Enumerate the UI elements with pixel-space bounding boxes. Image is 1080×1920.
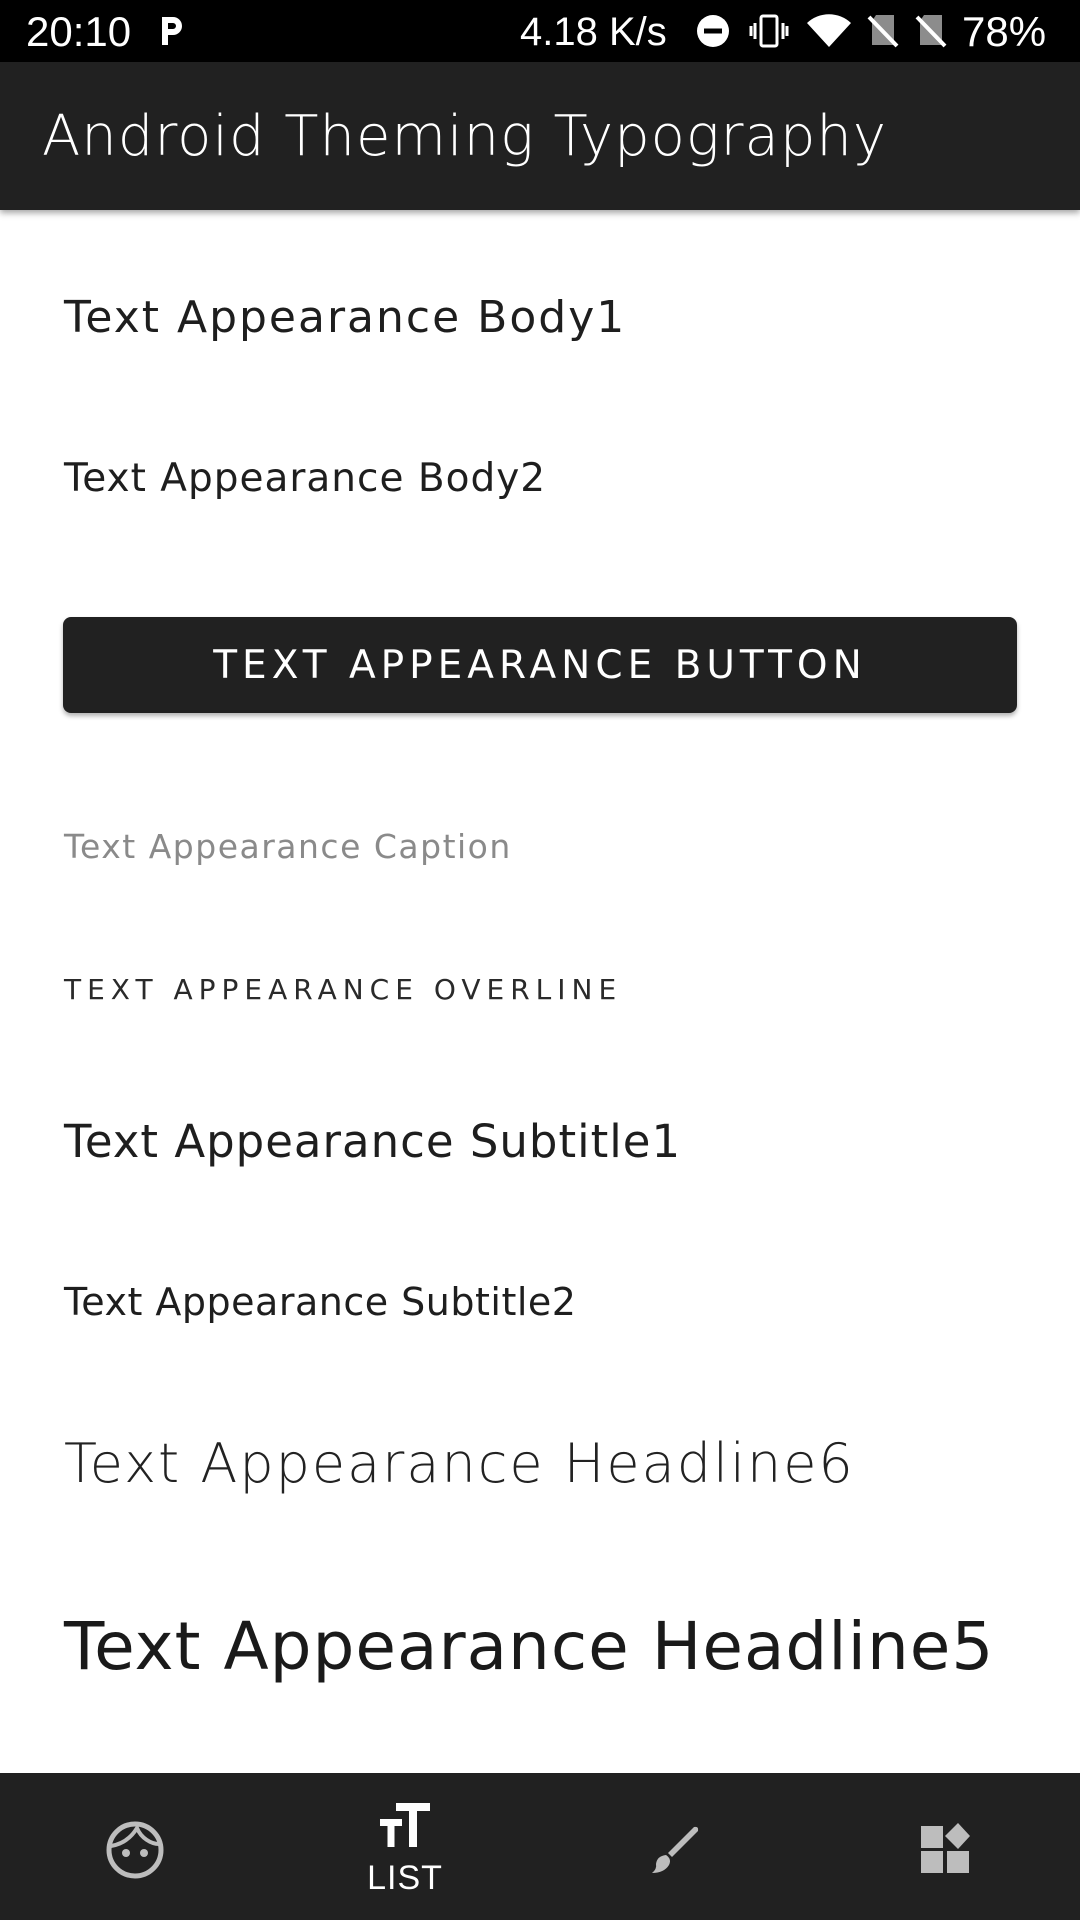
do-not-disturb-icon (697, 15, 729, 47)
nav-item-list[interactable]: LIST (270, 1773, 540, 1920)
status-time: 20:10 (26, 8, 132, 55)
nav-label-list: LIST (367, 1859, 443, 1897)
text-headline5: Text Appearance Headline5 (64, 1608, 995, 1685)
text-appearance-button[interactable]: TEXT APPEARANCE BUTTON (63, 617, 1017, 713)
text-body1: Text Appearance Body1 (64, 292, 627, 343)
no-sim-icon (867, 15, 899, 48)
typography-list[interactable]: Text Appearance Body1 Text Appearance Bo… (0, 210, 1080, 1773)
text-subtitle2: Text Appearance Subtitle2 (64, 1280, 577, 1324)
bottom-navigation: LIST (0, 1773, 1080, 1920)
parking-p-icon (162, 17, 182, 45)
text-fields-icon (380, 1803, 430, 1847)
battery-percent: 78% (962, 8, 1047, 55)
face-icon (106, 1821, 164, 1879)
text-caption: Text Appearance Caption (64, 827, 512, 866)
app-bar: Android Theming Typography (0, 62, 1080, 210)
wifi-icon (807, 14, 851, 47)
nav-item-widgets[interactable] (810, 1773, 1080, 1920)
brush-icon (652, 1826, 699, 1873)
text-headline6: Text Appearance Headline6 (64, 1432, 855, 1495)
text-subtitle1: Text Appearance Subtitle1 (64, 1115, 682, 1168)
no-sim-icon (915, 15, 947, 48)
text-body2: Text Appearance Body2 (64, 456, 547, 501)
status-bar: 20:10 4.18 K/s 78% (0, 0, 1080, 62)
nav-item-face[interactable] (0, 1773, 270, 1920)
vibrate-icon (749, 14, 789, 48)
nav-item-brush[interactable] (540, 1773, 810, 1920)
widgets-icon (921, 1823, 970, 1873)
text-overline: TEXT APPEARANCE OVERLINE (64, 973, 623, 1006)
app-title: Android Theming Typography (42, 104, 888, 169)
network-speed: 4.18 K/s (520, 10, 667, 54)
